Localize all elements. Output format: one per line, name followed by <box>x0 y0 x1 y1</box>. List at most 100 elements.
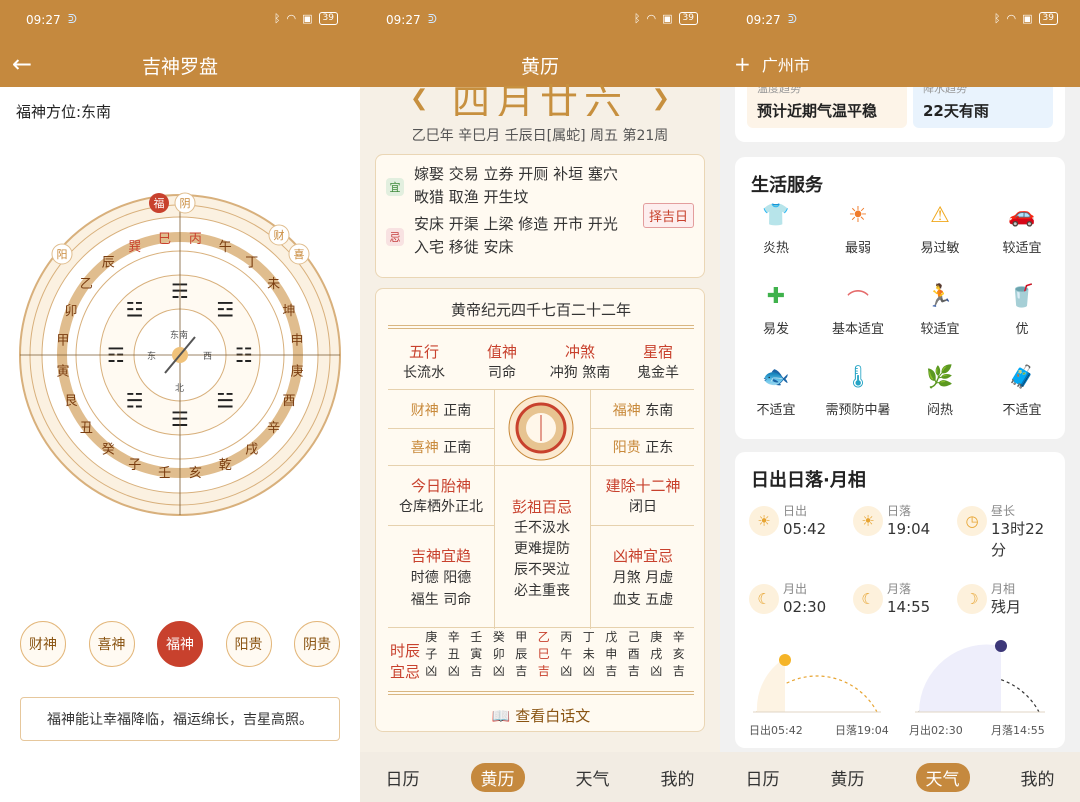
service-item[interactable]: 🥤 优 <box>981 284 1063 337</box>
moonset-icon: ☾ <box>853 584 883 614</box>
service-item[interactable]: 👕 炎热 <box>735 203 817 256</box>
pengzu-cell: 彭祖百忌 壬不汲水 更难提防 辰不哭泣 必主重丧 <box>494 497 590 602</box>
tab-mine[interactable]: 我的 <box>1021 765 1055 790</box>
moon-progress-area <box>919 644 1001 712</box>
sunrise-value: 05:42 <box>783 520 827 538</box>
ring-label: 辛 <box>267 421 280 436</box>
bluetooth-icon: ᛒ <box>993 12 1001 25</box>
view-plain-text-link[interactable]: 📖 查看白话文 <box>376 705 706 726</box>
arc-moonrise-label: 月出02:30 <box>909 723 963 737</box>
status-icons: ᛒ ◠ ▣ 39 <box>274 12 338 25</box>
service-label: 不适宜 <box>1002 403 1042 418</box>
almanac-screen: 09:27 ᕲ ᛒ ◠ ▣ 39 黄历 ❮ 四月廿六 ❯ 乙巳年 辛巳月 壬辰日… <box>360 0 720 802</box>
battery-icon: 39 <box>678 12 698 25</box>
xiongshen-cell: 凶神宜忌 月煞 月虚 血支 五虚 <box>590 545 696 611</box>
yingui-button[interactable]: 阴贵 <box>294 621 340 667</box>
jianchu-key: 建除十二神 <box>605 477 681 495</box>
shichen-column: 壬寅吉 <box>465 629 488 680</box>
service-label: 基本适宜 <box>831 322 884 337</box>
chongsha-cell: 冲煞 冲狗 煞南 <box>542 341 618 382</box>
shichen-label-1: 时辰 <box>390 642 421 660</box>
bluetooth-icon: ᛒ <box>273 12 281 25</box>
choose-lucky-day-button[interactable]: 择吉日 <box>642 203 694 228</box>
fushen-button[interactable]: 福神 <box>157 621 203 667</box>
tab-almanac[interactable]: 黄历 <box>470 762 525 792</box>
service-item[interactable]: ⚠ 易过敏 <box>899 203 981 256</box>
sun-moon-card: 日出日落·月相 ☀ 日出 05:42 ☀ 日落 19:04 ◷ 昼长 13时22… <box>735 452 1065 748</box>
service-item[interactable]: 🚗 较适宜 <box>981 203 1063 256</box>
shichen-a: 丙 <box>560 630 573 644</box>
shichen-b: 酉 <box>627 647 640 661</box>
shichen-b: 卯 <box>492 647 505 661</box>
moon-phase-icon: ☽ <box>957 584 987 614</box>
ring-label: 亥 <box>189 466 202 481</box>
inner-label-n: 北 <box>175 383 184 394</box>
service-label: 较适宜 <box>1002 241 1042 256</box>
yanggui-button[interactable]: 阳贵 <box>225 621 272 667</box>
yanggui-key: 阳贵 <box>612 440 641 456</box>
shichen-c: 凶 <box>560 664 573 678</box>
service-label: 优 <box>1015 322 1029 337</box>
ring-label: 癸 <box>102 443 115 458</box>
jishen-line-2: 福生 司命 <box>410 592 472 608</box>
god-marker-xi: 喜 <box>288 243 310 265</box>
svg-text:福: 福 <box>154 196 165 210</box>
shichen-c: 吉 <box>515 664 528 678</box>
jishen-line-1: 时德 阳德 <box>410 570 472 586</box>
service-item[interactable]: 🌿 闷热 <box>899 365 981 418</box>
service-label: 炎热 <box>762 241 789 256</box>
trigram-symbol: ☱ <box>216 388 234 412</box>
city-selector[interactable]: + 广州市 <box>734 52 810 76</box>
sim-off-icon: ▣ <box>302 12 313 25</box>
shichen-c: 吉 <box>672 664 685 678</box>
shichen-column: 乙巳吉 <box>533 629 556 680</box>
tab-almanac[interactable]: 黄历 <box>831 765 865 790</box>
jishen-key: 吉神宜趋 <box>410 547 471 565</box>
service-item[interactable]: ⌒ 基本适宜 <box>817 284 899 337</box>
tab-calendar[interactable]: 日历 <box>746 765 780 790</box>
divider <box>388 691 694 695</box>
app-bar: 09:27 ᕲ ᛒ ◠ ▣ 39 ← 吉神罗盘 <box>0 0 360 87</box>
service-item[interactable]: 🌡 需预防中暑 <box>817 365 899 418</box>
service-item[interactable]: 🐟 不适宜 <box>735 365 817 418</box>
weather-screen: 温度趋势 预计近期气温平稳 降水趋势 22天有雨 09:27 ᕲ ᛒ ◠ ▣ 3… <box>720 0 1080 802</box>
add-city-icon[interactable]: + <box>734 52 751 76</box>
shichen-grid: 庚子凶辛丑凶壬寅吉癸卯凶甲辰吉乙巳吉丙午凶丁未凶戊申吉己酉吉庚戌凶辛亥吉 <box>420 629 690 680</box>
shichen-column: 庚子凶 <box>420 629 443 680</box>
service-item[interactable]: ☀ 最弱 <box>817 203 899 256</box>
hanger-icon: ⌒ <box>846 290 869 315</box>
tab-mine[interactable]: 我的 <box>661 765 695 790</box>
sim-off-icon: ▣ <box>1022 12 1033 25</box>
shichen-c: 凶 <box>447 664 460 678</box>
service-item[interactable]: ✚ 易发 <box>735 284 817 337</box>
mini-compass-icon <box>508 395 574 461</box>
xishen-button[interactable]: 喜神 <box>88 621 135 667</box>
thermometer-icon: 🌡 <box>844 365 872 390</box>
ring-label: 戌 <box>245 443 258 458</box>
taishen-key: 今日胎神 <box>410 477 471 495</box>
wifi-icon: ◠ <box>1006 12 1017 25</box>
caishen-button[interactable]: 财神 <box>20 621 66 667</box>
tab-weather[interactable]: 天气 <box>915 762 970 792</box>
rain-trend-value: 22天有雨 <box>923 102 989 120</box>
service-item[interactable]: 🏃 较适宜 <box>899 284 981 337</box>
moonset-label: 月落 <box>887 582 912 596</box>
taishen-cell: 今日胎神 仓库栖外正北 <box>388 475 494 516</box>
tab-weather[interactable]: 天气 <box>576 765 610 790</box>
shichen-a: 戊 <box>605 630 618 644</box>
xishen-key: 喜神 <box>410 440 439 456</box>
daylength-label: 昼长 <box>991 504 1016 518</box>
sunset-value: 19:04 <box>887 520 931 538</box>
tab-calendar[interactable]: 日历 <box>386 765 420 790</box>
battery-icon: 39 <box>318 12 338 25</box>
ring-label: 壬 <box>158 466 171 481</box>
service-item[interactable]: 🧳 不适宜 <box>981 365 1063 418</box>
moonset-value: 14:55 <box>887 598 931 616</box>
taishen-value: 仓库栖外正北 <box>399 499 483 515</box>
svg-text:财: 财 <box>274 228 285 242</box>
bottom-tab-bar: 日历 黄历 天气 我的 <box>360 752 720 802</box>
sun-moon-arcs: 日出05:42 日落19:04 月出02:30 月落14:55 <box>749 640 1045 737</box>
run-icon: 🏃 <box>926 284 954 309</box>
shichen-b: 午 <box>560 647 573 661</box>
compass-dial: 巽巳 丙午丁未坤申庚酉辛戌乾亥壬子癸丑艮寅甲卯乙辰 ☴☲☷☱☰☵☶☳ 东南 东 西… <box>19 192 341 516</box>
